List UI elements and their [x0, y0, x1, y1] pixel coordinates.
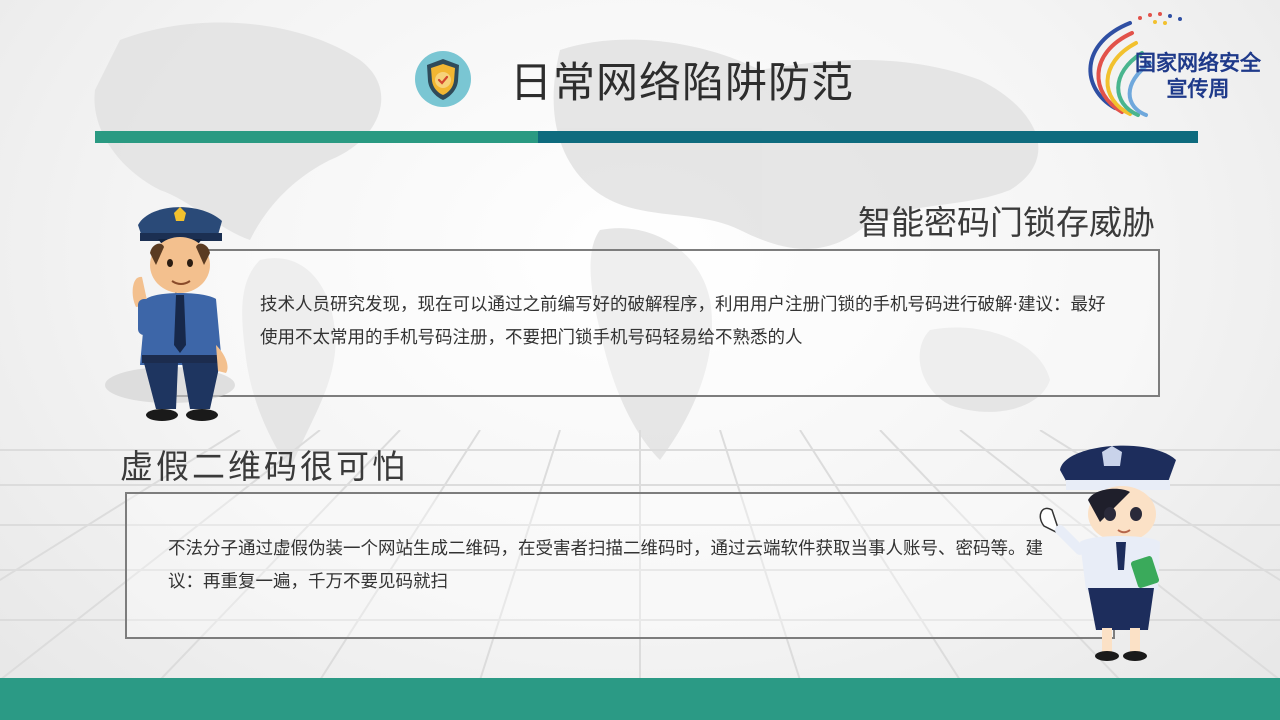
logo-text-line1: 国家网络安全 [1135, 51, 1261, 75]
policewoman-illustration [1039, 445, 1176, 661]
logo-text-line2: 宣传周 [1166, 77, 1230, 101]
section-heading-smart-lock: 智能密码门锁存威胁 [858, 203, 1155, 242]
section-body-fake-qr: 不法分子通过虚假伪装一个网站生成二维码，在受害者扫描二维码时，通过云端软件获取当… [168, 539, 1043, 592]
page-title: 日常网络陷阱防范 [510, 57, 855, 107]
divider-bar-teal [538, 131, 1198, 143]
title-group: 日常网络陷阱防范 [414, 48, 854, 110]
divider-bar-green [95, 131, 538, 143]
shield-check-icon [415, 51, 471, 107]
section-heading-fake-qr: 虚假二维码很可怕 [120, 447, 408, 486]
logo-text: 国家网络安全 宣传周 [1118, 50, 1278, 102]
police-officer-illustration [105, 207, 235, 421]
footer-band [0, 678, 1280, 720]
section-body-smart-lock: 技术人员研究发现，现在可以通过之前编写好的破解程序，利用用户注册门锁的手机号码进… [260, 295, 1106, 348]
